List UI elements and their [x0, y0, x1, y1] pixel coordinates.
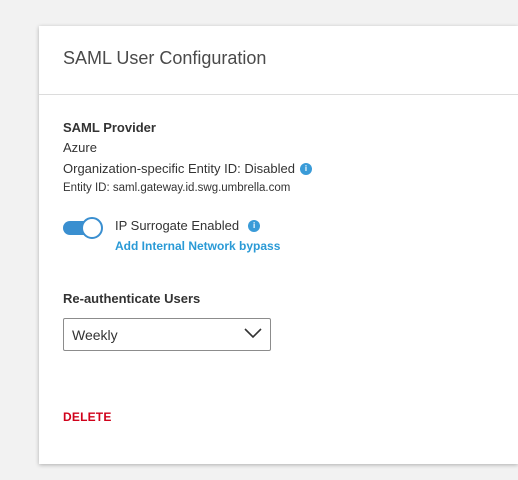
- entity-id-label: Entity ID: saml.gateway.id.swg.umbrella.…: [63, 182, 291, 194]
- select-value: Weekly: [72, 326, 118, 343]
- org-entity-id-label: Organization-specific Entity ID: Disable…: [63, 161, 295, 176]
- add-internal-network-bypass-link[interactable]: Add Internal Network bypass: [115, 239, 280, 253]
- card-header: SAML User Configuration: [39, 26, 518, 95]
- saml-provider-heading: SAML Provider: [63, 120, 156, 135]
- ip-surrogate-label: IP Surrogate Enabled: [115, 218, 240, 233]
- reauthenticate-users-heading: Re-authenticate Users: [63, 291, 201, 306]
- toggle-knob: [81, 217, 103, 239]
- delete-button[interactable]: DELETE: [63, 410, 112, 424]
- reauthenticate-frequency-select[interactable]: Weekly: [63, 318, 271, 351]
- saml-user-configuration-card: SAML User Configuration SAML Provider Az…: [39, 26, 518, 464]
- saml-provider-name: Azure: [63, 140, 97, 155]
- card-title: SAML User Configuration: [63, 47, 267, 68]
- org-entity-id-row: Organization-specific Entity ID: Disable…: [63, 161, 312, 176]
- info-icon[interactable]: i: [299, 162, 312, 175]
- ip-surrogate-row: IP Surrogate Enabled i: [115, 218, 261, 233]
- info-icon[interactable]: i: [248, 219, 261, 232]
- chevron-down-icon: [244, 328, 262, 339]
- ip-surrogate-toggle[interactable]: [63, 217, 103, 239]
